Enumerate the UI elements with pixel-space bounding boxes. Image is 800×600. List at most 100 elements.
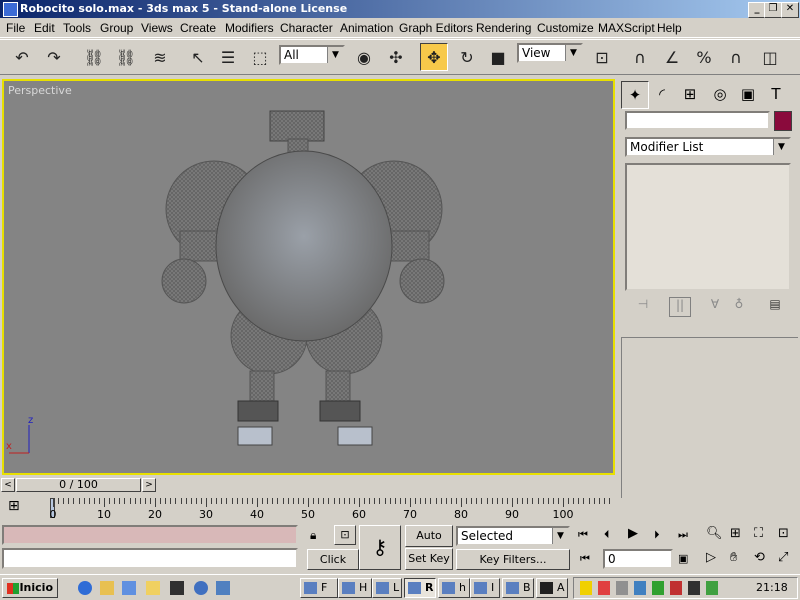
menu-animation[interactable]: Animation <box>340 21 393 35</box>
zoom-icon[interactable]: 🔍︎ <box>706 526 723 541</box>
menu-create[interactable]: Create <box>180 21 216 35</box>
select-and-manipulate-icon[interactable]: ◉ <box>350 43 378 71</box>
tray-icon[interactable] <box>688 581 700 595</box>
zoom-extents-all-icon[interactable]: ⊡ <box>778 526 789 541</box>
play-icon[interactable]: ▶ <box>628 526 638 541</box>
tray-icon[interactable] <box>598 581 610 595</box>
menu-edit[interactable]: Edit <box>34 21 55 35</box>
modifier-list-dropdown[interactable]: Modifier List ▼ <box>625 137 791 157</box>
menu-file[interactable]: File <box>6 21 25 35</box>
lock-selection-icon[interactable]: 🔒︎ <box>310 528 316 543</box>
zoom-all-icon[interactable]: ⊞ <box>730 526 741 541</box>
taskbar-item[interactable]: L <box>372 578 402 598</box>
quicklaunch-icon[interactable] <box>100 581 114 595</box>
utilities-tab-icon[interactable]: T <box>763 81 789 107</box>
absolute-mode-icon[interactable]: ⊡ <box>334 525 356 545</box>
display-tab-icon[interactable]: ▣ <box>735 81 761 107</box>
rotate-icon[interactable]: ↻ <box>453 43 481 71</box>
menu-maxscript[interactable]: MAXScript <box>598 21 655 35</box>
tray-icon[interactable] <box>652 581 664 595</box>
arc-rotate-icon[interactable]: ⟲ <box>754 550 765 565</box>
object-color-swatch[interactable] <box>774 111 792 131</box>
taskbar-item[interactable]: A <box>536 578 568 598</box>
go-to-start-icon[interactable]: ⏮ <box>578 528 588 542</box>
perspective-viewport[interactable]: Perspective z x <box>2 79 615 475</box>
quicklaunch-icon[interactable] <box>122 581 136 595</box>
angle-snap-icon[interactable]: ∠ <box>658 43 686 71</box>
curve-editor-icon[interactable]: ⊞ <box>8 498 36 518</box>
start-button[interactable]: Inicio <box>2 578 58 598</box>
undo-icon[interactable]: ↶ <box>8 43 36 71</box>
prev-frame-button[interactable]: < <box>1 478 15 492</box>
previous-key-icon[interactable]: ⏴ <box>604 528 610 542</box>
close-button[interactable]: ✕ <box>781 2 799 18</box>
select-and-link-icon[interactable]: ⛓ <box>80 43 108 71</box>
folder-icon[interactable] <box>146 581 160 595</box>
menu-group[interactable]: Group <box>100 21 133 35</box>
named-selection-icon[interactable]: ◫ <box>756 43 784 71</box>
make-unique-icon[interactable]: ∀ <box>705 297 725 315</box>
quicklaunch-icon[interactable] <box>170 581 184 595</box>
key-selection-dropdown[interactable]: Selected ▼ <box>456 526 570 546</box>
auto-key-button[interactable]: Auto Key <box>405 525 453 562</box>
current-frame-field[interactable]: 0 <box>603 549 673 569</box>
key-mode-toggle-icon[interactable]: ⏮ <box>580 552 590 566</box>
quicklaunch-icon[interactable] <box>216 581 230 595</box>
motion-tab-icon[interactable]: ◎ <box>707 81 733 107</box>
track-bar[interactable]: ⊞ 0 10 20 30 40 50 60 70 80 90 100 <box>0 494 616 522</box>
tray-icon[interactable] <box>634 581 646 595</box>
quicklaunch-icon[interactable] <box>194 581 208 595</box>
reference-coord-dropdown[interactable]: View ▼ <box>517 43 583 63</box>
bind-space-warp-icon[interactable]: ≋ <box>146 43 174 71</box>
time-config-icon[interactable]: ▣ <box>678 552 688 565</box>
modify-tab-icon[interactable]: ◜ <box>649 81 675 107</box>
menu-rendering[interactable]: Rendering <box>476 21 531 35</box>
remove-modifier-icon[interactable]: ♁ <box>729 297 749 315</box>
go-to-end-icon[interactable]: ⏭ <box>678 528 688 542</box>
next-frame-button[interactable]: > <box>142 478 156 492</box>
select-object-icon[interactable]: ↖ <box>184 43 212 71</box>
modifier-stack[interactable] <box>625 163 791 291</box>
prompt-field[interactable] <box>2 548 298 569</box>
taskbar-item[interactable]: I <box>470 578 500 598</box>
taskbar-item[interactable]: F <box>300 578 338 598</box>
tray-icon[interactable] <box>670 581 682 595</box>
key-mode-icon[interactable]: ⚷ <box>359 525 401 570</box>
selection-filter-dropdown[interactable]: All ▼ <box>279 45 345 65</box>
taskbar-item-active[interactable]: R <box>404 578 436 598</box>
next-key-icon[interactable]: ⏵ <box>654 528 660 542</box>
taskbar-item[interactable]: B <box>502 578 534 598</box>
maximize-viewport-icon[interactable]: ⤢ <box>778 550 788 565</box>
crossing-select-icon[interactable]: ✣ <box>382 43 410 71</box>
scale-icon[interactable]: ■ <box>484 43 512 71</box>
maxscript-listener-field[interactable] <box>2 525 298 545</box>
time-slider[interactable]: < 0 / 100 > <box>0 477 616 493</box>
spinner-snap-icon[interactable]: ∩ <box>722 43 750 71</box>
object-name-field[interactable] <box>625 111 770 130</box>
create-tab-icon[interactable]: ✦ <box>621 81 649 109</box>
move-icon[interactable]: ✥ <box>420 43 448 71</box>
tray-icon[interactable] <box>616 581 628 595</box>
restore-button[interactable]: ❐ <box>764 2 782 18</box>
pin-stack-icon[interactable]: ⊣ <box>633 297 653 315</box>
menu-views[interactable]: Views <box>141 21 173 35</box>
pan-icon[interactable]: ✋︎ <box>730 550 737 565</box>
pivot-center-icon[interactable]: ⊡ <box>588 43 616 71</box>
tray-icon[interactable] <box>580 581 592 595</box>
show-end-result-icon[interactable]: || <box>669 297 691 317</box>
taskbar-item[interactable]: h <box>438 578 470 598</box>
ie-icon[interactable] <box>78 581 92 595</box>
menu-help[interactable]: Help <box>657 21 682 35</box>
tray-icon[interactable] <box>706 581 718 595</box>
hierarchy-tab-icon[interactable]: ⊞ <box>677 81 703 107</box>
taskbar-item[interactable]: H <box>338 578 372 598</box>
field-of-view-icon[interactable]: ▷ <box>706 550 716 565</box>
menu-modifiers[interactable]: Modifiers <box>225 21 274 35</box>
configure-sets-icon[interactable]: ▤ <box>765 297 785 315</box>
time-slider-thumb[interactable]: 0 / 100 <box>16 478 141 492</box>
zoom-extents-icon[interactable]: ⛶ <box>754 526 763 541</box>
redo-icon[interactable]: ↷ <box>40 43 68 71</box>
menu-tools[interactable]: Tools <box>63 21 91 35</box>
set-key-button[interactable]: Set Key <box>405 548 453 570</box>
menu-graph-editors[interactable]: Graph Editors <box>399 21 473 35</box>
